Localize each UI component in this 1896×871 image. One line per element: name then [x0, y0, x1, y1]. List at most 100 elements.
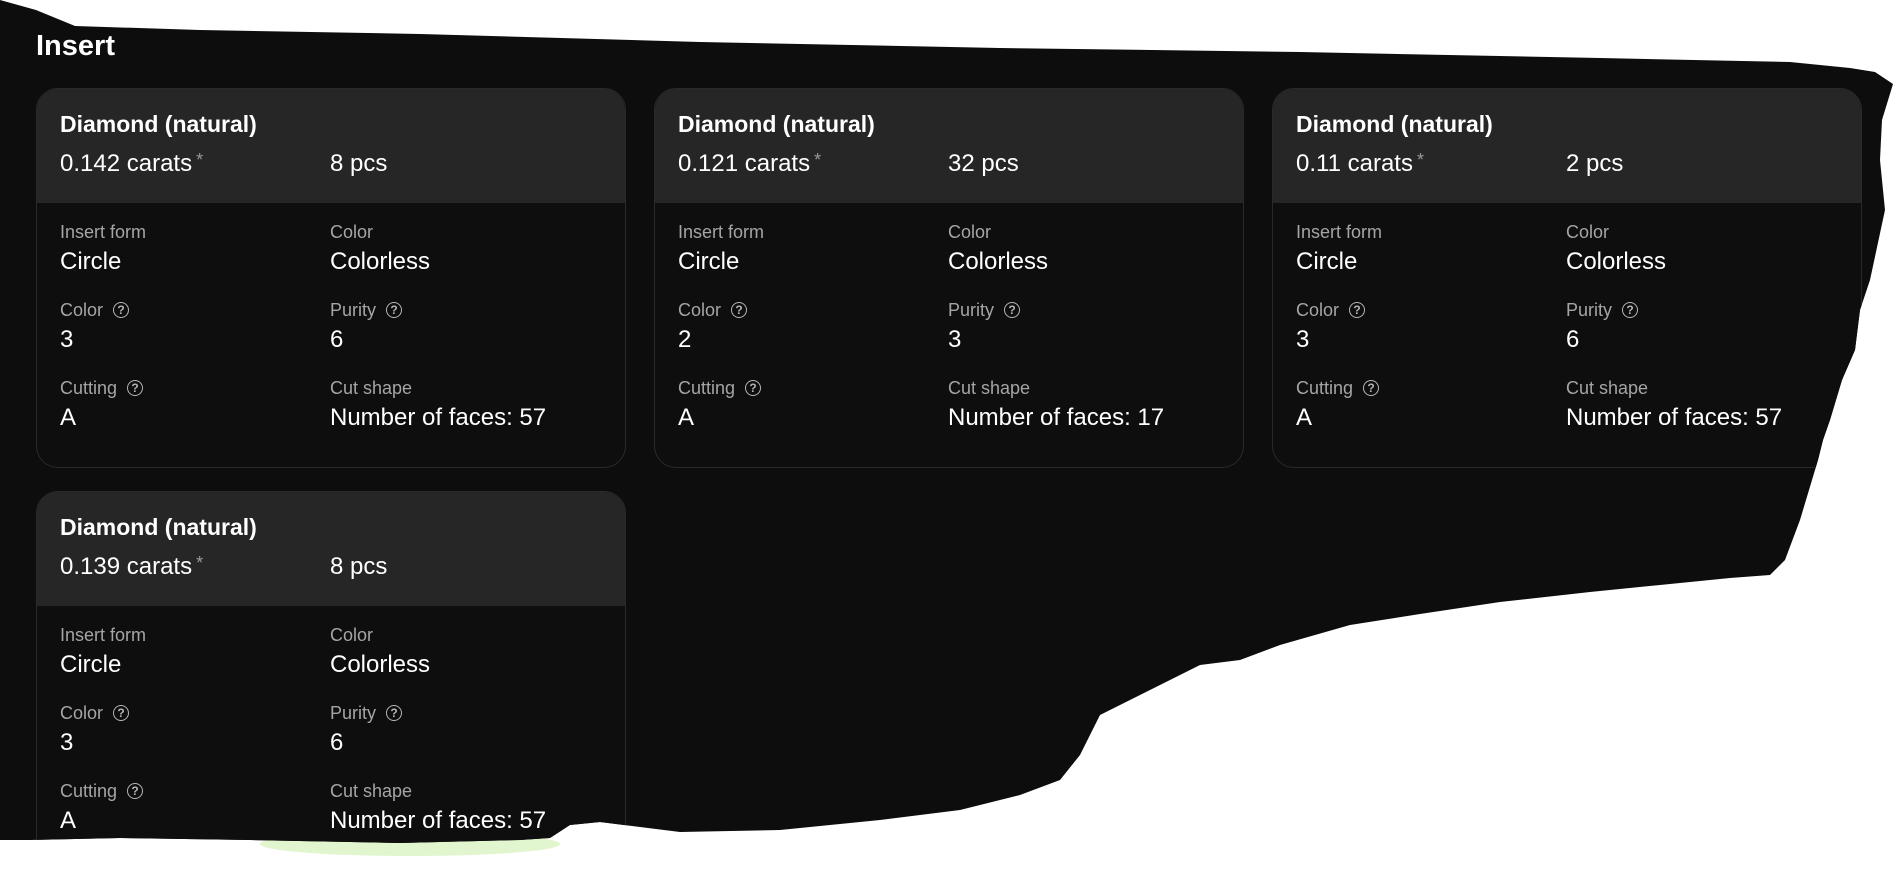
field-label: Cutting [678, 377, 736, 398]
field-cut-shape: Cut shape Number of faces: 57 [330, 377, 546, 432]
insert-card: Diamond (natural) 0.11 carats * 2 pcs Ins… [1272, 88, 1862, 468]
field-label: Color [60, 702, 104, 723]
field-purity: Purity? 6 [330, 702, 403, 757]
insert-card: Diamond (natural) 0.139 carats * 8 pcs In… [36, 491, 626, 843]
card-title: Diamond (natural) [60, 111, 257, 137]
field-insert-form: Insert form Circle [1296, 221, 1382, 276]
field-value: 3 [60, 326, 74, 353]
help-icon[interactable]: ? [1363, 380, 1380, 396]
field-cutting: Cutting? A [1296, 377, 1380, 432]
field-label: Insert form [678, 221, 765, 242]
help-icon[interactable]: ? [113, 705, 130, 721]
field-cut-shape: Cut shape Number of faces: 17 [948, 377, 1164, 432]
field-color-grade: Color? 3 [60, 299, 130, 354]
carats-value: 0.142 carats [60, 150, 193, 177]
field-value: Circle [60, 248, 122, 275]
field-color: Color Colorless [330, 221, 430, 276]
carats-value: 0.121 carats [678, 150, 811, 177]
field-color-grade: Color? 2 [678, 299, 748, 354]
field-color: Color Colorless [1566, 221, 1666, 276]
field-value: Circle [1296, 248, 1358, 275]
help-icon[interactable]: ? [127, 783, 144, 799]
field-value: Number of faces: 57 [330, 404, 547, 431]
help-icon[interactable]: ? [127, 380, 144, 396]
field-value: 3 [948, 326, 962, 353]
field-value: Number of faces: 57 [1566, 404, 1783, 431]
help-icon[interactable]: ? [1004, 302, 1021, 318]
card-details: Insert form Circle Color Colorless Color… [1273, 203, 1861, 467]
field-value: 2 [678, 326, 692, 353]
footnote-star: * [196, 553, 204, 573]
card-quantity: 32 pcs [948, 150, 1019, 177]
card-quantity: 8 pcs [330, 553, 388, 580]
card-header: Diamond (natural) 0.121 carats * 32 pcs [655, 89, 1243, 203]
field-purity: Purity? 3 [948, 299, 1021, 354]
footnote-star: * [1416, 150, 1424, 170]
help-icon[interactable]: ? [113, 302, 130, 318]
help-icon[interactable]: ? [386, 302, 403, 318]
field-label: Purity [1566, 299, 1613, 320]
field-label: Color [330, 221, 374, 242]
field-label: Purity [330, 702, 377, 723]
footnote-star: * [196, 150, 204, 170]
field-insert-form: Insert form Circle [60, 624, 146, 679]
carats-value: 0.139 carats [60, 553, 193, 580]
card-weight: 0.121 carats * [678, 150, 821, 178]
field-label: Cutting [1296, 377, 1354, 398]
card-header: Diamond (natural) 0.11 carats * 2 pcs [1273, 89, 1861, 203]
card-details: Insert form Circle Color Colorless Color… [37, 606, 625, 843]
card-header: Diamond (natural) 0.142 carats * 8 pcs [37, 89, 625, 203]
field-label: Color [948, 221, 992, 242]
card-details: Insert form Circle Color Colorless Color… [655, 203, 1243, 467]
field-purity: Purity? 6 [1566, 299, 1639, 354]
field-label: Insert form [1296, 221, 1383, 242]
field-value: Colorless [948, 248, 1049, 275]
field-label: Cutting [60, 377, 118, 398]
field-value: 6 [330, 326, 344, 353]
field-label: Color [1566, 221, 1610, 242]
field-label: Insert form [60, 624, 147, 645]
field-value: 3 [60, 729, 74, 756]
field-insert-form: Insert form Circle [60, 221, 146, 276]
field-label: Cut shape [948, 377, 1031, 398]
insert-card: Diamond (natural) 0.142 carats * 8 pcs In… [36, 88, 626, 468]
field-value: Number of faces: 57 [330, 807, 547, 834]
help-icon[interactable]: ? [731, 302, 748, 318]
field-label: Purity [330, 299, 377, 320]
field-label: Color [1296, 299, 1340, 320]
field-color-grade: Color? 3 [1296, 299, 1366, 354]
card-title: Diamond (natural) [678, 111, 875, 137]
field-value: A [60, 807, 77, 834]
field-color: Color Colorless [948, 221, 1048, 276]
field-value: 6 [330, 729, 344, 756]
card-header: Diamond (natural) 0.139 carats * 8 pcs [37, 492, 625, 606]
field-value: 6 [1566, 326, 1580, 353]
help-icon[interactable]: ? [386, 705, 403, 721]
field-label: Color [60, 299, 104, 320]
field-value: A [1296, 404, 1313, 431]
field-cut-shape: Cut shape Number of faces: 57 [1566, 377, 1782, 432]
field-purity: Purity? 6 [330, 299, 403, 354]
field-value: Circle [678, 248, 740, 275]
field-insert-form: Insert form Circle [678, 221, 764, 276]
card-weight: 0.11 carats * [1296, 150, 1424, 178]
card-weight: 0.139 carats * [60, 553, 203, 581]
field-label: Color [330, 624, 374, 645]
card-weight: 0.142 carats * [60, 150, 203, 178]
carats-value: 0.11 carats [1296, 150, 1413, 177]
field-value: Colorless [330, 248, 431, 275]
field-value: A [678, 404, 695, 431]
insert-panel: Insert Diamond (natural) 0.142 carats * 8… [0, 0, 1893, 843]
field-label: Cutting [60, 780, 118, 801]
field-value: Number of faces: 17 [948, 404, 1165, 431]
field-cutting: Cutting? A [678, 377, 762, 432]
help-icon[interactable]: ? [745, 380, 762, 396]
field-cutting: Cutting? A [60, 780, 144, 835]
card-title: Diamond (natural) [60, 514, 257, 540]
field-label: Cut shape [330, 377, 413, 398]
field-label: Cut shape [1566, 377, 1649, 398]
help-icon[interactable]: ? [1622, 302, 1639, 318]
field-label: Insert form [60, 221, 147, 242]
help-icon[interactable]: ? [1349, 302, 1366, 318]
card-details: Insert form Circle Color Colorless Color… [37, 203, 625, 467]
